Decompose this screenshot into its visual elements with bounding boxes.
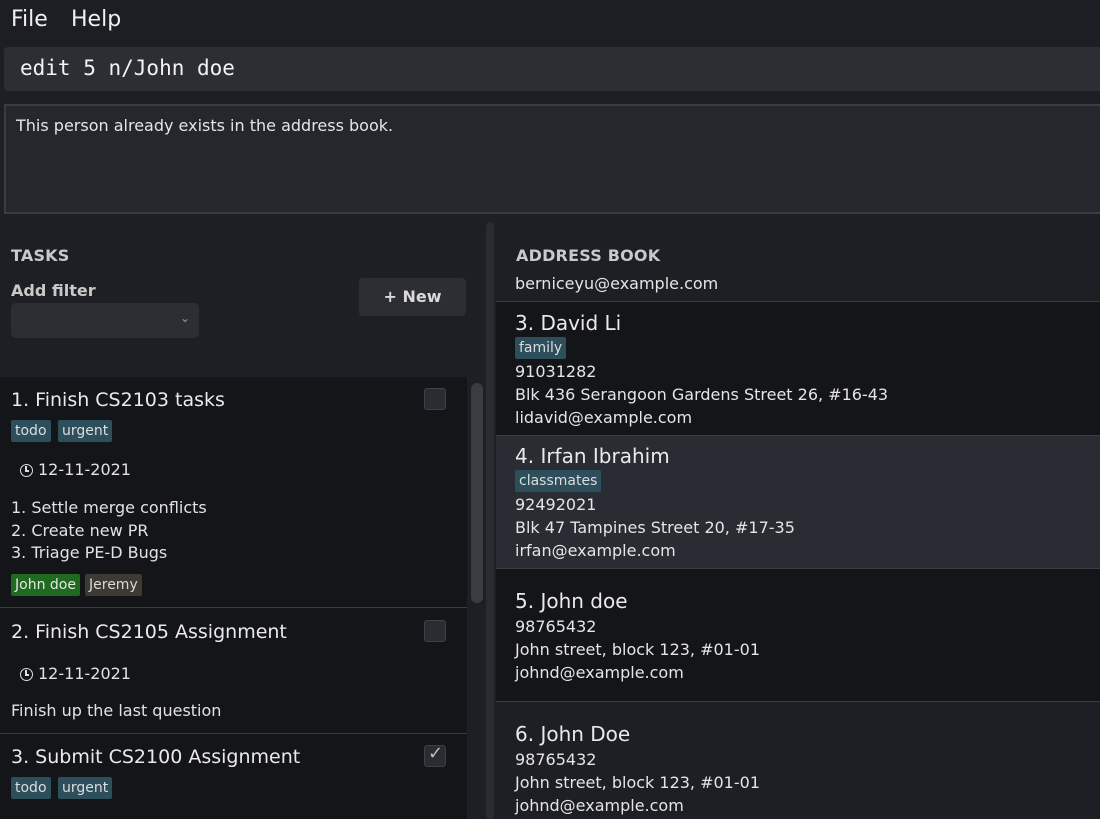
person-email: johnd@example.com <box>515 796 684 815</box>
menu-help[interactable]: Help <box>71 7 121 32</box>
task-description-line: 1. Settle merge conflicts <box>11 498 207 517</box>
task-description-line: 3. Triage PE-D Bugs <box>11 543 168 562</box>
person-name: 3. David Li <box>515 311 622 335</box>
task-tag: urgent <box>58 777 113 799</box>
person-phone: 92492021 <box>515 495 597 514</box>
filter-dropdown[interactable]: ⌄ <box>11 303 199 338</box>
task-date-text: 12-11-2021 <box>38 460 131 479</box>
task-tag: todo <box>11 420 51 442</box>
task-title: 1. Finish CS2103 tasks <box>11 389 225 411</box>
task-description: Finish up the last question <box>11 700 221 723</box>
person-phone: 98765432 <box>515 617 597 636</box>
task-card[interactable]: 1. Finish CS2103 tasks todo urgent 12-11… <box>0 377 467 608</box>
clock-icon <box>20 668 33 681</box>
task-tag: urgent <box>58 420 113 442</box>
person-card[interactable]: 5. John doe 98765432 John street, block … <box>496 569 1100 702</box>
command-text: edit 5 n/John doe <box>20 56 235 80</box>
command-input[interactable]: edit 5 n/John doe <box>4 47 1100 91</box>
filter-label: Add filter <box>11 281 96 300</box>
task-person-tag: John doe <box>11 574 80 596</box>
chevron-down-icon: ⌄ <box>179 311 190 325</box>
person-name: 4. Irfan Ibrahim <box>515 444 670 468</box>
new-task-button[interactable]: + New <box>359 278 466 316</box>
task-title: 2. Finish CS2105 Assignment <box>11 621 287 643</box>
clock-icon <box>20 464 33 477</box>
person-email: berniceyu@example.com <box>515 274 719 293</box>
address-book-title: ADDRESS BOOK <box>516 246 661 265</box>
person-card-selected[interactable]: 4. Irfan Ibrahim classmates 92492021 Blk… <box>496 436 1100 569</box>
tasks-title: TASKS <box>11 246 70 265</box>
task-tag: todo <box>11 777 51 799</box>
menu-file[interactable]: File <box>11 7 48 32</box>
task-title: 3. Submit CS2100 Assignment <box>11 746 301 768</box>
result-display: This person already exists in the addres… <box>4 104 1100 214</box>
task-checkbox[interactable]: ✓ <box>424 743 446 767</box>
person-email: lidavid@example.com <box>515 408 693 427</box>
menu-bar: File Help <box>0 0 1100 42</box>
task-card[interactable]: 3. Submit CS2100 Assignment ✓ todo urgen… <box>0 734 467 819</box>
panel-scrollbar[interactable] <box>486 222 494 819</box>
task-date: 12-11-2021 <box>20 664 131 683</box>
result-message: This person already exists in the addres… <box>16 116 394 135</box>
person-address: John street, block 123, #01-01 <box>515 773 760 792</box>
person-card[interactable]: 3. David Li family 91031282 Blk 436 Sera… <box>496 302 1100 436</box>
person-email: irfan@example.com <box>515 541 676 560</box>
task-card[interactable]: 2. Finish CS2105 Assignment 12-11-2021 F… <box>0 608 467 734</box>
person-address: John street, block 123, #01-01 <box>515 640 760 659</box>
person-name: 5. John doe <box>515 589 628 613</box>
person-tag: classmates <box>515 470 602 492</box>
person-address: Blk 47 Tampines Street 20, #17-35 <box>515 518 795 537</box>
task-checkbox[interactable] <box>424 388 446 410</box>
address-book-panel: ADDRESS BOOK berniceyu@example.com 3. Da… <box>496 222 1100 819</box>
person-card[interactable]: berniceyu@example.com <box>496 268 1100 302</box>
task-list[interactable]: 1. Finish CS2103 tasks todo urgent 12-11… <box>0 377 467 819</box>
person-address: Blk 436 Serangoon Gardens Street 26, #16… <box>515 385 889 404</box>
task-description-line: Finish up the last question <box>11 701 222 720</box>
task-person-tag: Jeremy <box>85 574 142 596</box>
person-phone: 98765432 <box>515 750 597 769</box>
task-date: 12-11-2021 <box>20 460 131 479</box>
check-icon: ✓ <box>428 743 444 764</box>
person-card[interactable]: 6. John Doe 98765432 John street, block … <box>496 702 1100 819</box>
person-email: johnd@example.com <box>515 663 684 682</box>
person-tag: family <box>515 337 567 359</box>
task-list-scrollbar[interactable] <box>471 383 483 603</box>
task-description-line: 2. Create new PR <box>11 520 149 540</box>
task-checkbox[interactable] <box>424 620 446 642</box>
task-date-text: 12-11-2021 <box>38 664 131 683</box>
person-phone: 91031282 <box>515 362 597 381</box>
task-description: 1. Settle merge conflicts 2. Create new … <box>11 497 207 565</box>
person-name: 6. John Doe <box>515 722 631 746</box>
